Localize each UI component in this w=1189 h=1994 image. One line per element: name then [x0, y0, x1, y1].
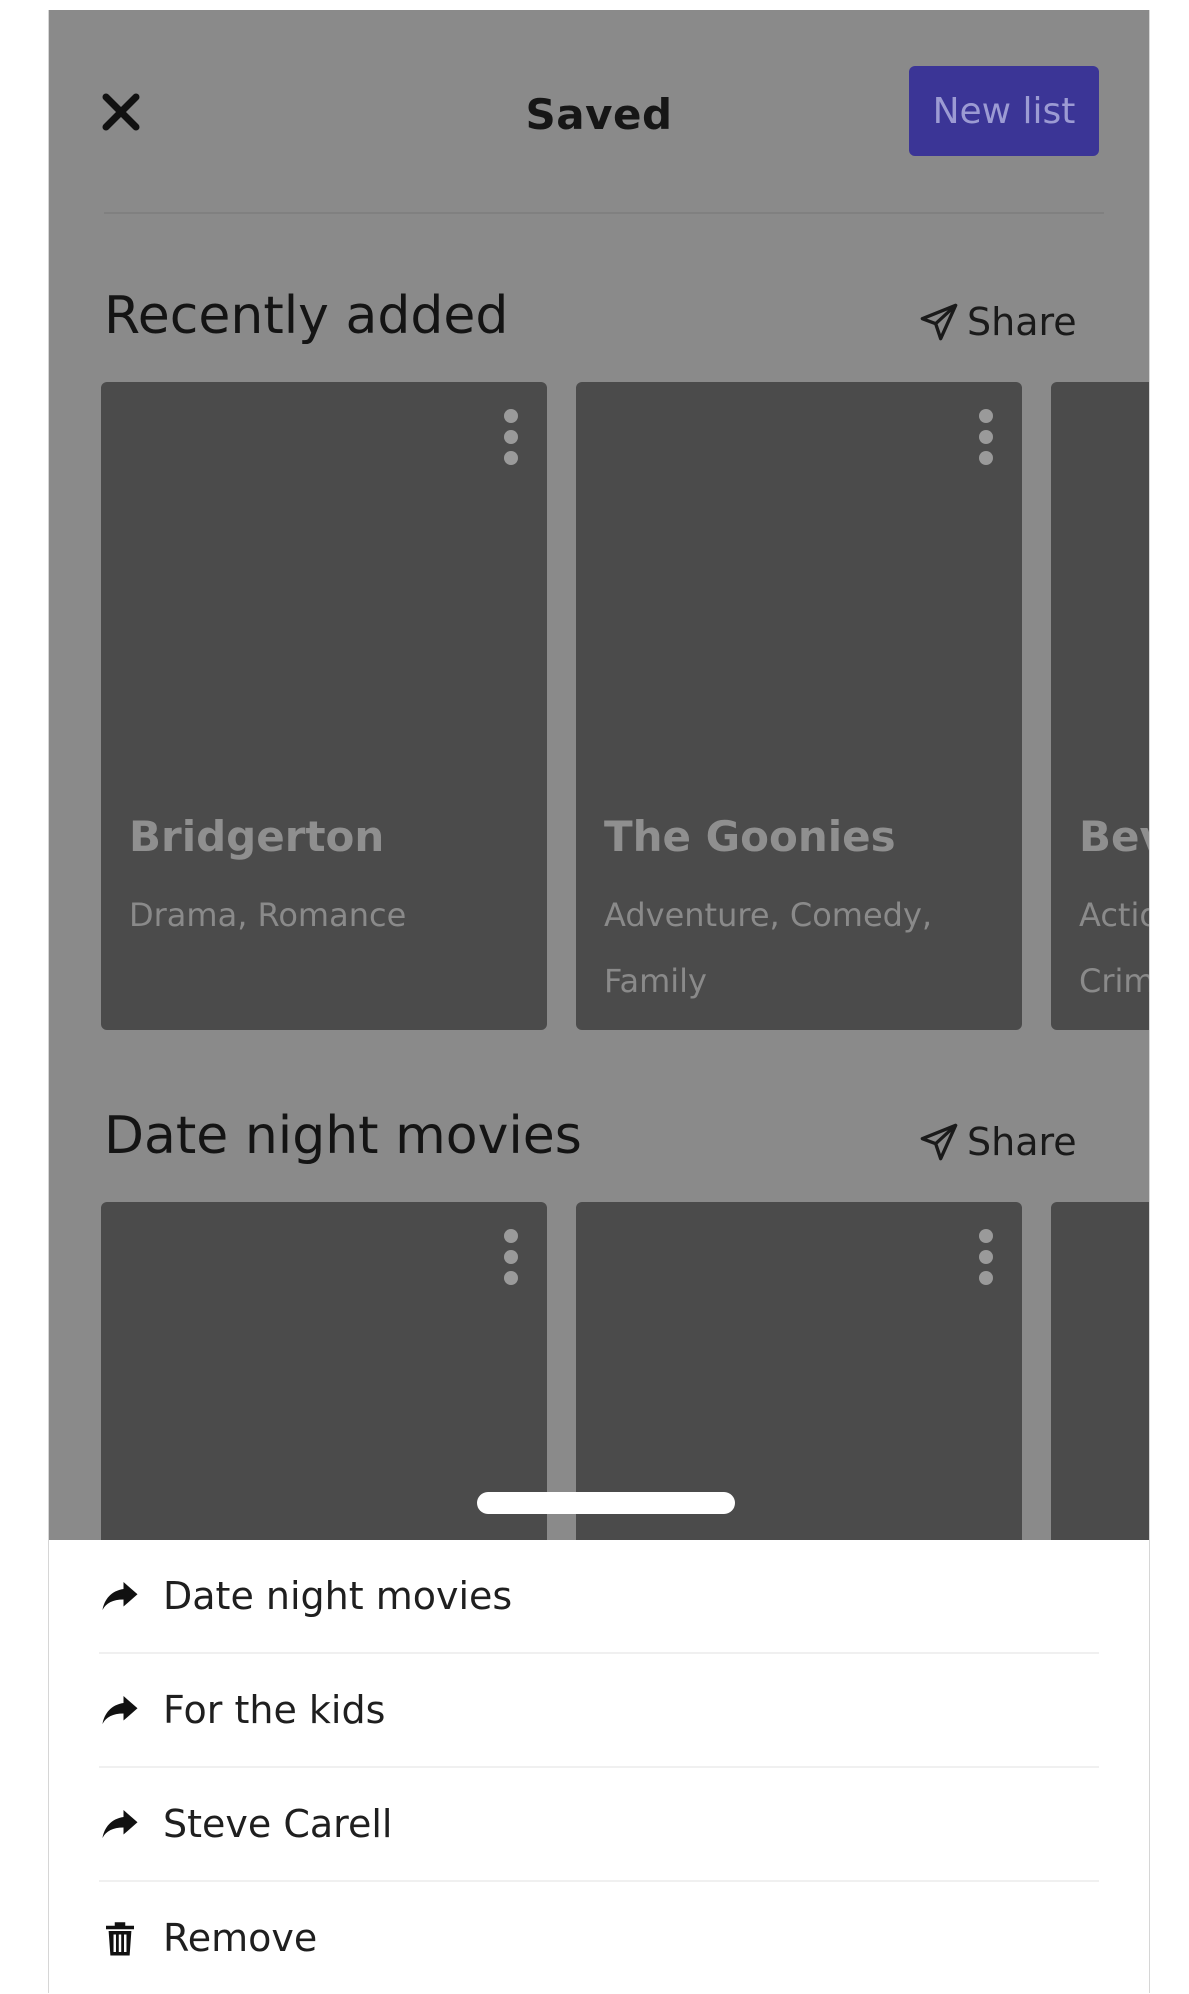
card-title: Bev: [1079, 812, 1149, 861]
card-genres: Drama, Romance: [129, 896, 407, 934]
more-options-icon[interactable]: [978, 1228, 994, 1286]
share-arrow-icon: [102, 1696, 138, 1724]
sheet-item-label: Date night movies: [163, 1574, 513, 1618]
sheet-item-remove[interactable]: Remove: [99, 1882, 1099, 1994]
sheet-item-steve-carell[interactable]: Steve Carell: [99, 1768, 1099, 1880]
sheet-item-label: For the kids: [163, 1688, 386, 1732]
share-label: Share: [967, 300, 1077, 344]
action-sheet: Date night movies For the kids Steve Car…: [48, 1540, 1150, 1993]
new-list-button[interactable]: New list: [909, 66, 1099, 156]
sheet-item-label: Remove: [163, 1916, 318, 1960]
card-genres: Adventure, Comedy, Family: [604, 896, 933, 1000]
send-icon: [920, 303, 958, 341]
section-title-recently-added: Recently added: [104, 286, 509, 346]
more-options-icon[interactable]: [978, 408, 994, 466]
card-title: The Goonies: [604, 812, 896, 861]
movie-card[interactable]: Bridgerton Drama, Romance: [101, 382, 547, 1030]
section-title-date-night-movies: Date night movies: [104, 1106, 582, 1166]
more-options-icon[interactable]: [503, 1228, 519, 1286]
card-title: Bridgerton: [129, 812, 385, 861]
sheet-item-date-night-movies[interactable]: Date night movies: [99, 1540, 1099, 1652]
sheet-item-label: Steve Carell: [163, 1802, 393, 1846]
card-genres: Actio Crim: [1079, 896, 1150, 1000]
send-icon: [920, 1123, 958, 1161]
sheet-drag-handle[interactable]: [477, 1492, 735, 1514]
header-divider: [104, 212, 1104, 214]
share-label: Share: [967, 1120, 1077, 1164]
more-options-icon[interactable]: [503, 408, 519, 466]
share-button-recently-added[interactable]: Share: [919, 300, 1077, 344]
sheet-item-for-the-kids[interactable]: For the kids: [99, 1654, 1099, 1766]
share-arrow-icon: [102, 1810, 138, 1838]
trash-icon: [106, 1922, 134, 1956]
movie-card[interactable]: The Goonies Adventure, Comedy, Family: [576, 382, 1022, 1030]
movie-card[interactable]: Bev Actio Crim: [1051, 382, 1150, 1030]
share-button-date-night-movies[interactable]: Share: [919, 1120, 1077, 1164]
share-arrow-icon: [102, 1582, 138, 1610]
